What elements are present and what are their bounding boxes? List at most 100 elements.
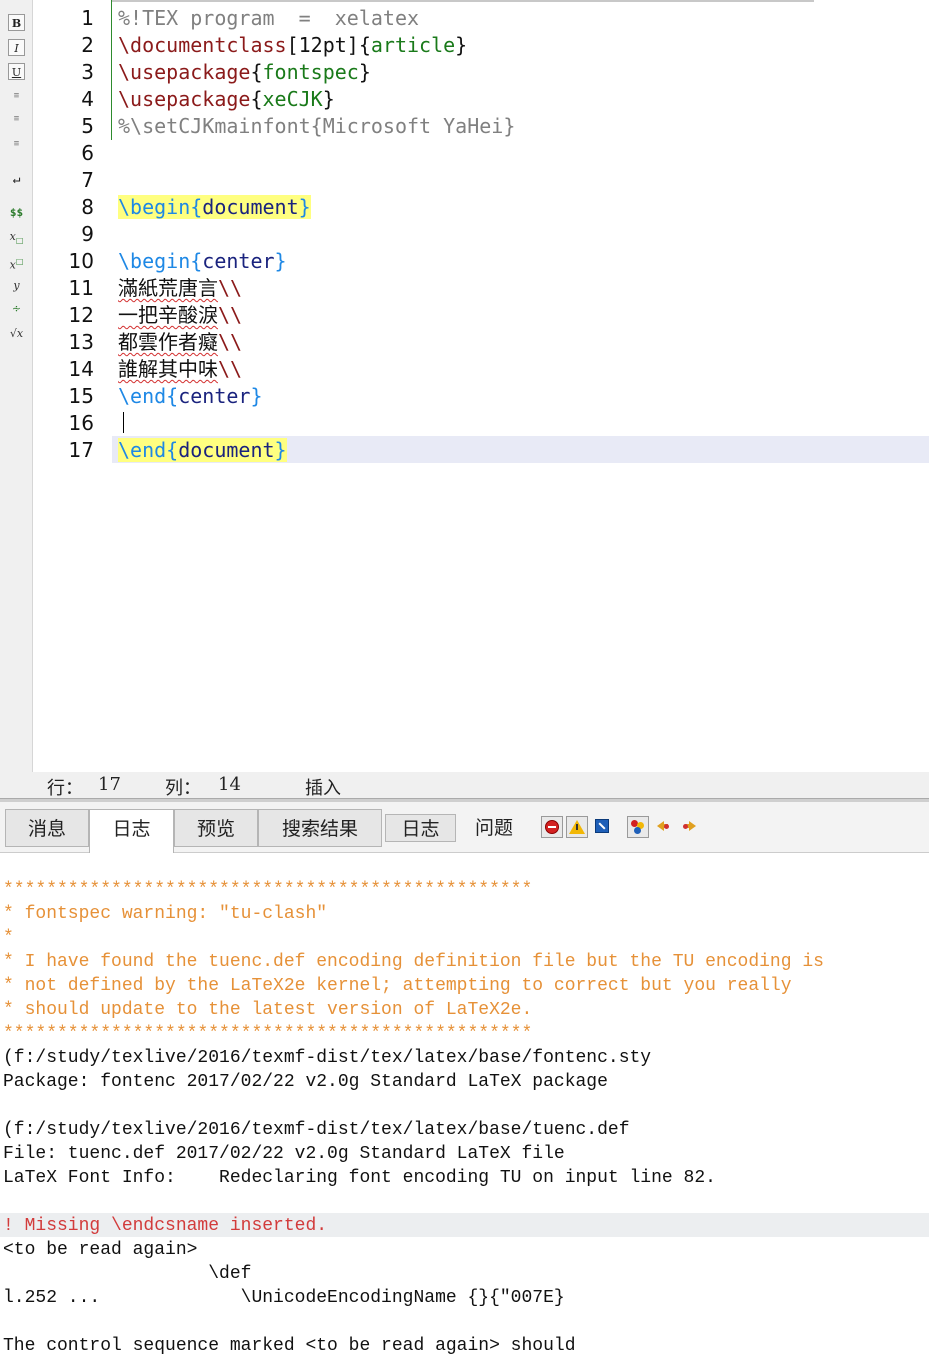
subscript-button[interactable]: x□	[8, 228, 25, 245]
log-line: <to be read again>	[3, 1240, 198, 1260]
align-left-icon[interactable]: ≡	[8, 88, 25, 105]
line-number: 11	[68, 276, 94, 300]
line-number: 8	[81, 195, 94, 219]
brace: }	[298, 195, 311, 219]
brace: {	[190, 195, 203, 219]
brace: {	[166, 384, 179, 408]
tab-log[interactable]: 日志	[89, 809, 174, 853]
code-line-17: \end{document}	[118, 437, 287, 464]
line-number: 14	[68, 357, 94, 381]
errors-filter-button[interactable]	[541, 816, 563, 838]
bold-button[interactable]: B	[8, 14, 25, 31]
brace: {	[190, 249, 203, 273]
log-line: (f:/study/texlive/2016/texmf-dist/tex/la…	[3, 1048, 652, 1068]
end-keyword: \end	[118, 384, 167, 408]
code-line-1: %!TEX program = xelatex	[118, 6, 420, 30]
log-error-line[interactable]: ! Missing \endcsname inserted.	[3, 1214, 327, 1238]
tab-messages[interactable]: 消息	[5, 809, 89, 847]
tab-search-results[interactable]: 搜索结果	[258, 809, 382, 847]
dfrac-icon[interactable]: ∻	[8, 300, 25, 317]
log-line: * I have found the tuenc.def encoding de…	[3, 952, 824, 972]
code-line-8: \begin{document}	[118, 194, 311, 221]
align-right-icon[interactable]: ≡	[8, 136, 25, 153]
log-line: *	[3, 928, 14, 948]
log-line: ****************************************…	[3, 880, 533, 900]
environment-name: document	[202, 195, 299, 219]
code-line-11: 滿紙荒唐言\\	[118, 275, 242, 302]
brace: }	[274, 249, 287, 273]
brace: }	[358, 60, 371, 84]
brace: }	[322, 87, 335, 111]
line-number: 15	[68, 384, 94, 408]
command: \usepackage	[118, 87, 251, 111]
log-line: File: tuenc.def 2017/02/22 v2.0g Standar…	[3, 1144, 565, 1164]
code-line-4: \usepackage{xeCJK}	[118, 86, 335, 113]
sqrt-button[interactable]: √x	[8, 325, 25, 342]
badbox-filter-button[interactable]	[592, 816, 614, 838]
log-button[interactable]: 日志	[385, 814, 456, 842]
option: [12pt]{	[286, 33, 371, 57]
align-center-icon[interactable]: ≡	[8, 111, 25, 128]
line-number: 9	[81, 222, 94, 246]
warnings-filter-button[interactable]	[566, 816, 588, 838]
italic-button[interactable]: I	[8, 39, 25, 56]
column-label: 列：	[165, 778, 201, 799]
code-line-3: \usepackage{fontspec}	[118, 59, 371, 86]
log-line: * not defined by the LaTeX2e kernel; att…	[3, 976, 792, 996]
line-number: 16	[68, 411, 94, 435]
cjk-text: 都雲作者癡	[118, 330, 218, 354]
code-line-10: \begin{center}	[118, 248, 287, 275]
code-editor[interactable]: %!TEX program = xelatex \documentclass[1…	[112, 0, 929, 772]
log-line: * should update to the latest version of…	[3, 1000, 533, 1020]
line-number: 7	[81, 168, 94, 192]
log-line: LaTeX Font Info: Redeclaring font encodi…	[3, 1168, 716, 1188]
code-line-13: 都雲作者癡\\	[118, 329, 242, 356]
brace: {	[166, 438, 179, 462]
tab-preview[interactable]: 预览	[174, 809, 258, 847]
line-number: 2	[81, 33, 94, 57]
code-line-2: \documentclass[12pt]{article}	[118, 32, 467, 59]
next-error-button[interactable]	[679, 816, 701, 838]
cjk-text: 一把辛酸淚	[118, 303, 218, 327]
brace: }	[455, 33, 468, 57]
insert-mode-indicator[interactable]: 插入	[305, 774, 341, 800]
environment-name: center	[178, 384, 251, 408]
log-markers-icon	[631, 820, 645, 834]
log-line: (f:/study/texlive/2016/texmf-dist/tex/la…	[3, 1120, 630, 1140]
line-number: 17	[68, 438, 94, 462]
underline-button[interactable]: U	[8, 63, 25, 80]
show-all-log-button[interactable]	[627, 816, 649, 838]
output-panel-tabs: 消息 日志 预览 搜索结果 日志 问题	[0, 802, 929, 853]
tab-problems[interactable]: 问题	[466, 809, 522, 847]
brace: }	[274, 438, 287, 462]
code-line-12: 一把辛酸淚\\	[118, 302, 242, 329]
command: \documentclass	[118, 33, 287, 57]
row-label: 行：	[47, 778, 83, 799]
fraction-button[interactable]: y	[8, 277, 25, 294]
log-line: The control sequence marked <to be read …	[3, 1336, 576, 1356]
line-number: 13	[68, 330, 94, 354]
log-output[interactable]: ****************************************…	[0, 853, 929, 1366]
line-number: 3	[81, 60, 94, 84]
superscript-button[interactable]: x□	[8, 253, 25, 272]
cjk-text: 滿紙荒唐言	[118, 276, 218, 300]
math-mode-button[interactable]: $$	[8, 204, 25, 221]
argument: fontspec	[262, 60, 359, 84]
end-keyword: \end	[118, 438, 167, 462]
code-line-15: \end{center}	[118, 383, 263, 410]
code-line-5: %\setCJKmainfont{Microsoft YaHei}	[118, 114, 516, 138]
brace: {	[250, 60, 263, 84]
newline-icon[interactable]: ↵	[8, 171, 25, 188]
environment-name: center	[202, 249, 275, 273]
log-line: \def	[3, 1264, 252, 1284]
status-bar: 行： 17 列： 14 插入	[0, 772, 929, 800]
previous-error-button[interactable]	[654, 816, 676, 838]
log-line: l.252 ... \UnicodeEncodingName {}{"007E}	[3, 1288, 565, 1308]
begin-keyword: \begin	[118, 249, 191, 273]
format-toolbar: B I U ≡ ≡ ≡ ↵ $$ x□ x□ y ∻ √x	[0, 0, 33, 772]
line-number: 4	[81, 87, 94, 111]
linebreak: \\	[218, 330, 243, 354]
command: \usepackage	[118, 60, 251, 84]
linebreak: \\	[218, 303, 243, 327]
cjk-text: 誰解其中味	[118, 357, 218, 381]
